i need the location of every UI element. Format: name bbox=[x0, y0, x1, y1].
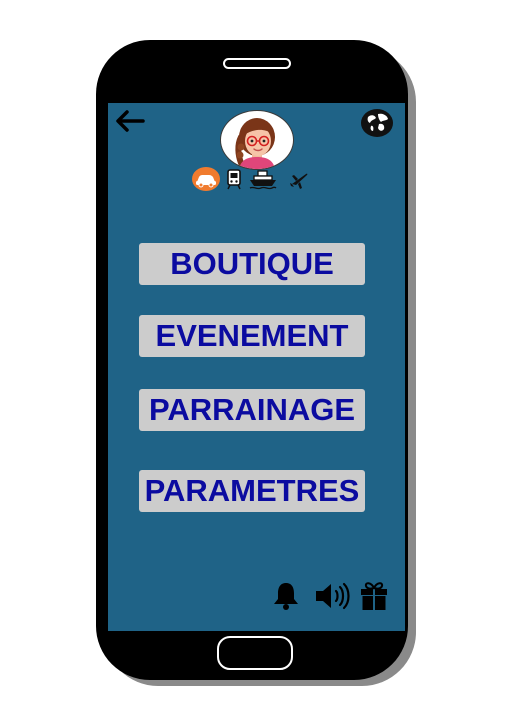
boutique-button[interactable]: BOUTIQUE bbox=[139, 243, 365, 285]
parrainage-label: PARRAINAGE bbox=[148, 392, 356, 427]
parametres-label: PARAMETRES bbox=[144, 473, 360, 508]
boutique-label: BOUTIQUE bbox=[170, 246, 334, 281]
evenement-button[interactable]: EVENEMENT bbox=[139, 315, 365, 357]
phone-speaker bbox=[223, 58, 291, 69]
home-button[interactable] bbox=[217, 636, 293, 670]
speaker-icon[interactable] bbox=[313, 580, 351, 612]
parrainage-button[interactable]: PARRAINAGE bbox=[139, 389, 365, 431]
stage: BOUTIQUE EVENEMENT PARRAINAGE PARAMETRES bbox=[0, 0, 509, 720]
evenement-label: EVENEMENT bbox=[155, 318, 349, 353]
user-avatar[interactable] bbox=[220, 110, 294, 170]
train-icon[interactable] bbox=[226, 166, 242, 192]
plane-icon[interactable] bbox=[289, 166, 309, 192]
ship-icon[interactable] bbox=[248, 166, 278, 192]
bell-icon[interactable] bbox=[270, 580, 302, 612]
avatar-illustration bbox=[235, 118, 275, 169]
gift-icon[interactable] bbox=[359, 580, 389, 612]
arrow-left-icon[interactable] bbox=[115, 110, 145, 132]
car-icon bbox=[196, 175, 216, 188]
globe-icon[interactable] bbox=[360, 108, 394, 138]
parametres-button[interactable]: PARAMETRES bbox=[139, 470, 365, 512]
transport-car-selected[interactable] bbox=[192, 167, 220, 191]
